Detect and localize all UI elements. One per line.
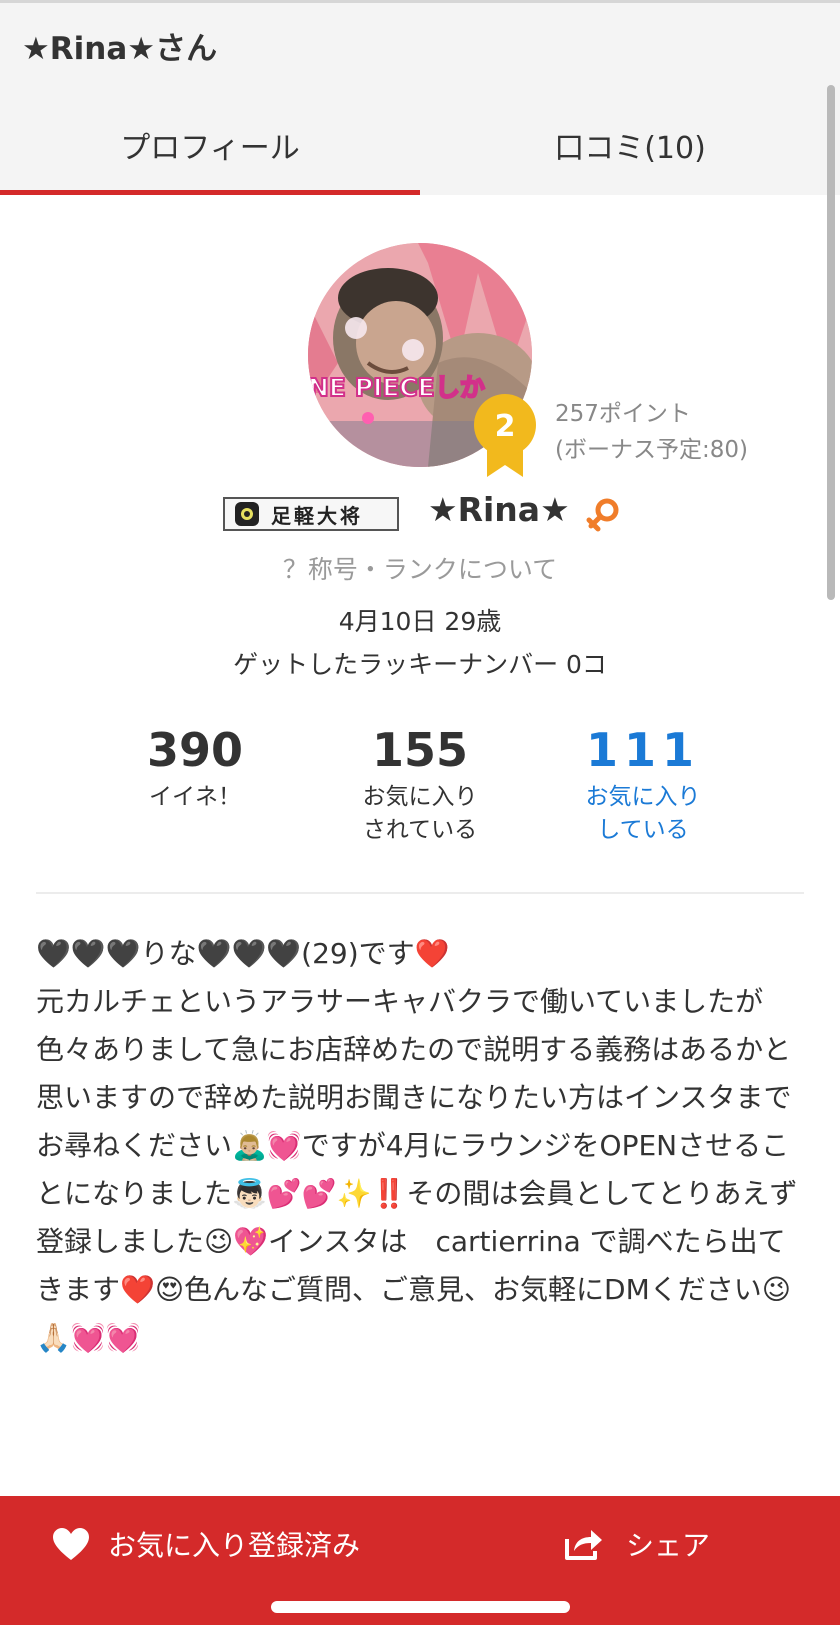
page-title: ★Rina★さん — [22, 31, 218, 67]
tab-reviews[interactable]: 口コミ(10) — [420, 111, 840, 195]
bio-text: 🖤🖤🖤りな🖤🖤🖤(29)です❤️ 元カルチェというアラサーキャバクラで働いていま… — [36, 937, 798, 1354]
tab-profile-label: プロフィール — [120, 131, 300, 166]
avatar-caption: NE PIECEしか — [308, 373, 485, 402]
lucky-number: ゲットしたラッキーナンバー 0コ — [233, 650, 607, 679]
home-indicator — [271, 1601, 570, 1613]
likes-count: 390 — [146, 723, 244, 777]
scrollbar[interactable] — [827, 85, 835, 600]
bonus-points: (ボーナス予定:80) — [555, 437, 748, 463]
stat-likes: 390 イイネ！ — [83, 722, 307, 814]
title-badge: 足軽大将 — [223, 497, 399, 531]
rank-info-link[interactable]: ？称号・ランクについて — [0, 550, 840, 586]
medal-icon: 2 — [474, 394, 536, 477]
female-icon — [586, 498, 619, 532]
share-button-label: シェア — [626, 1529, 711, 1562]
favorite-button-label: お気に入り登録済み — [108, 1529, 361, 1562]
points-info: 257ポイント (ボーナス予定:80) — [555, 396, 748, 468]
favorites-count: 111 — [585, 723, 701, 777]
favorited-by-label-line2: されている — [362, 817, 478, 843]
heart-icon — [53, 1528, 89, 1560]
share-button[interactable]: シェア — [564, 1524, 710, 1564]
favorites-label-line1: お気に入り — [585, 784, 701, 810]
favorite-button[interactable]: お気に入り登録済み — [52, 1524, 360, 1564]
tab-profile[interactable]: プロフィール — [0, 111, 420, 195]
rank-number: 2 — [495, 409, 516, 444]
favorited-by-label-line1: お気に入り — [362, 784, 478, 810]
active-tab-indicator — [0, 190, 420, 195]
favorited-by-count: 155 — [371, 723, 469, 777]
stat-favorited-by: 155 お気に入り されている — [308, 722, 532, 847]
stat-favorites[interactable]: 111 お気に入り している — [531, 722, 755, 847]
favorites-label-line2: している — [597, 817, 689, 843]
points-value: 257ポイント — [555, 401, 691, 427]
section-divider — [36, 892, 804, 894]
title-badge-label: 足軽大将 — [271, 503, 363, 528]
username: ★Rina★ — [428, 490, 570, 529]
header: ★Rina★さん プロフィール 口コミ(10) — [0, 3, 840, 195]
share-icon — [565, 1530, 602, 1560]
title-badge-emblem-icon — [235, 502, 259, 526]
tab-reviews-label: 口コミ(10) — [554, 131, 706, 166]
birthday-age: 4月10日 29歳 — [338, 607, 502, 636]
profile-page: ★Rina★さん プロフィール 口コミ(10) NE PIECEしか 2 257… — [0, 0, 840, 1625]
likes-label: イイネ！ — [149, 784, 241, 810]
